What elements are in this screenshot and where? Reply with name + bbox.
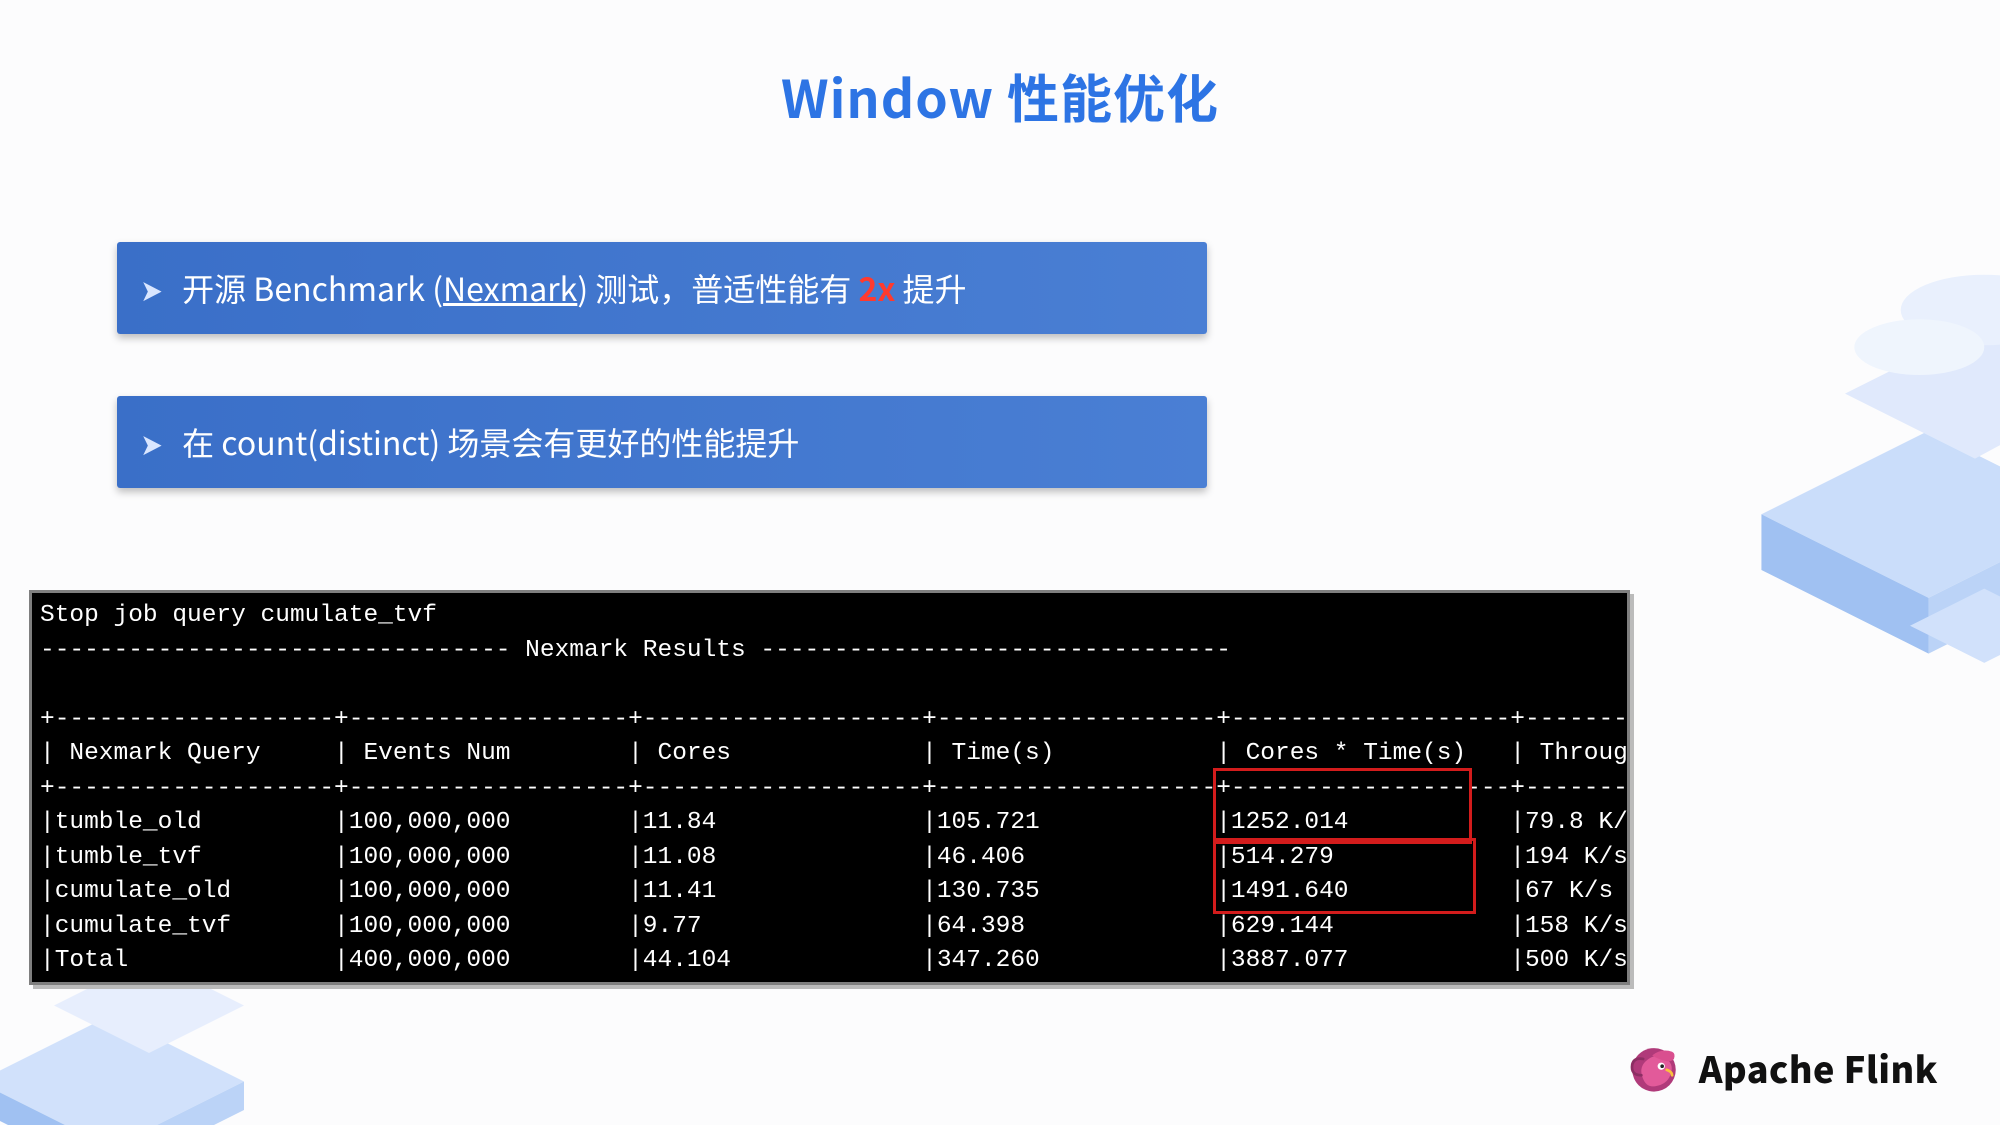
chevron-right-icon: ➤ bbox=[140, 266, 163, 310]
brand-text: Apache Flink bbox=[1699, 1042, 1938, 1094]
bullet1-highlight: 2x bbox=[858, 265, 895, 311]
slide-title: Window 性能优化 bbox=[0, 58, 2000, 133]
bullet1-mid: ) 测试，普适性能有 bbox=[577, 265, 858, 311]
bullet-benchmark: ➤ 开源 Benchmark (Nexmark) 测试，普适性能有 2x 提升 bbox=[117, 242, 1207, 334]
bullet1-pre: 开源 Benchmark ( bbox=[182, 265, 443, 311]
brand-footer: Apache Flink bbox=[1625, 1039, 1938, 1097]
decoration-cloud-right bbox=[1700, 180, 2000, 700]
flink-logo-icon bbox=[1625, 1039, 1683, 1097]
highlight-box-tumble bbox=[1213, 768, 1472, 844]
highlight-box-cumulate bbox=[1213, 838, 1476, 914]
chevron-right-icon: ➤ bbox=[140, 420, 163, 464]
bullet2-text: 在 count(distinct) 场景会有更好的性能提升 bbox=[182, 419, 799, 465]
bullet1-post: 提升 bbox=[895, 265, 966, 311]
bullet-count-distinct: ➤ 在 count(distinct) 场景会有更好的性能提升 bbox=[117, 396, 1207, 488]
nexmark-link[interactable]: Nexmark bbox=[443, 265, 577, 311]
